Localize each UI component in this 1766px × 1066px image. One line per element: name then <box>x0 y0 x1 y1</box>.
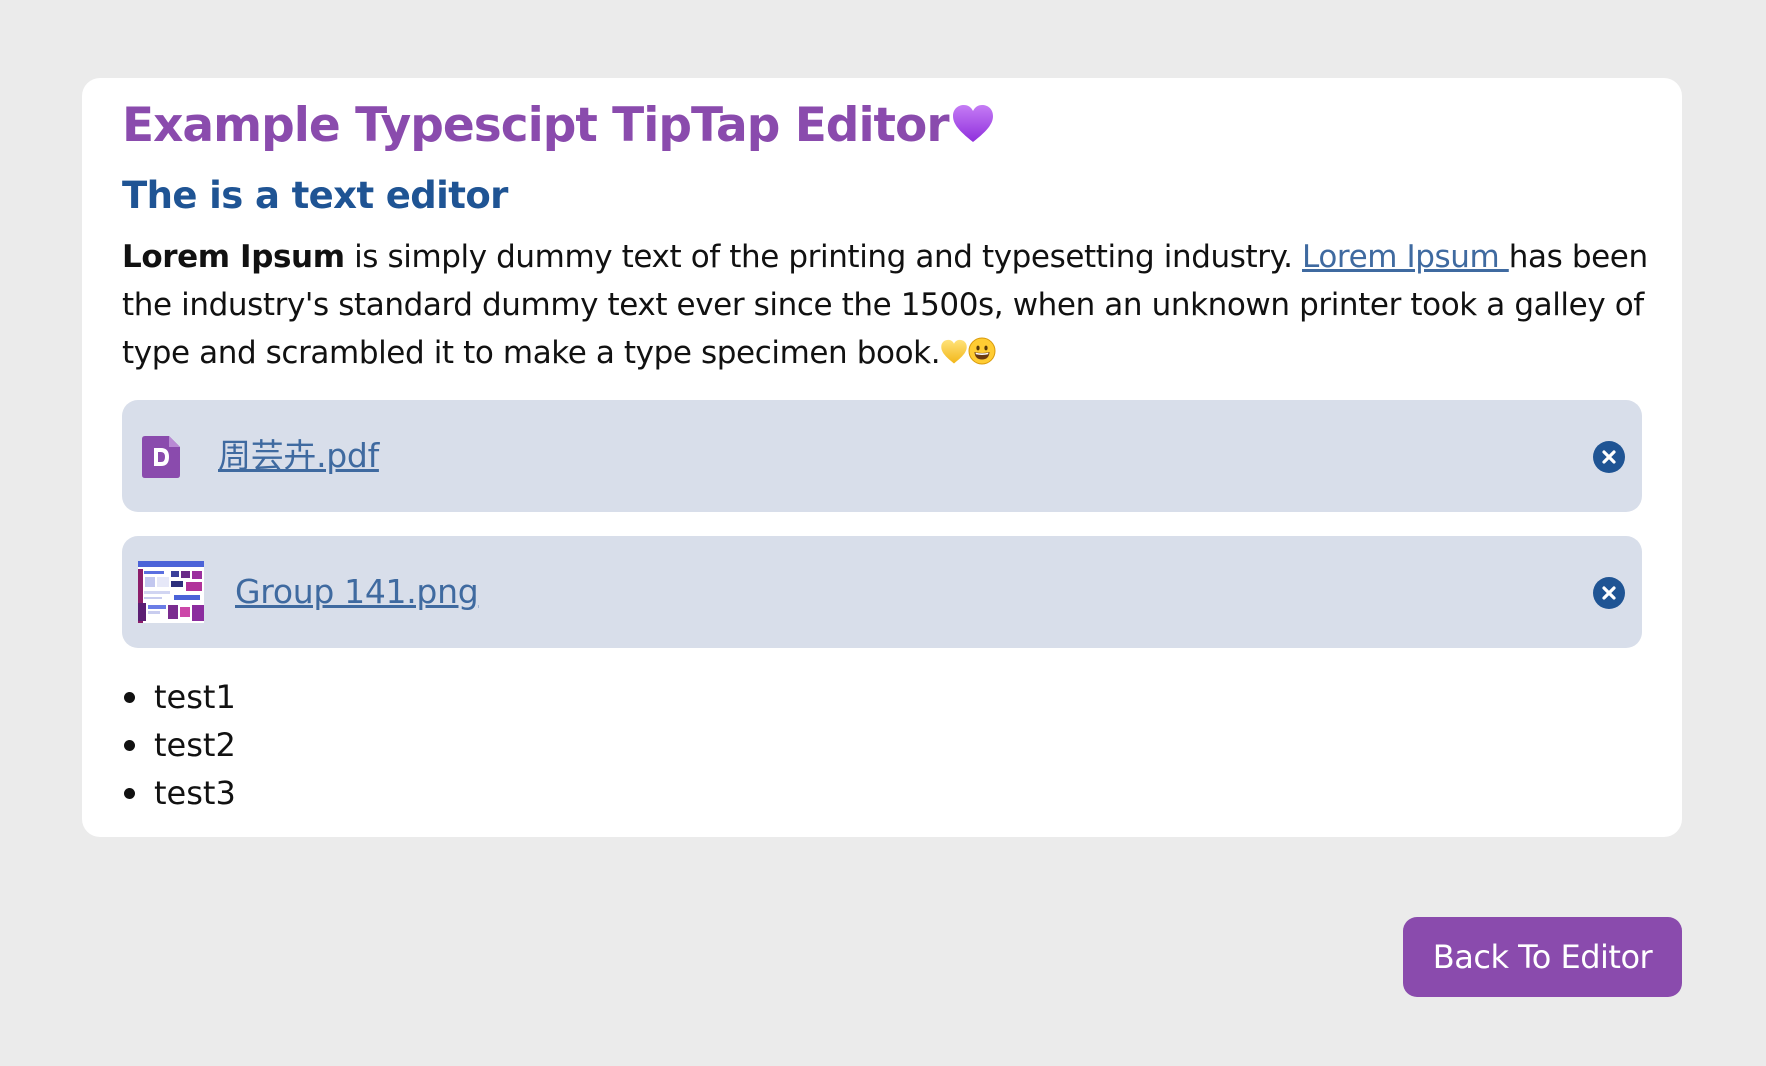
back-to-editor-button[interactable]: Back To Editor <box>1403 917 1682 997</box>
page-title-text: Example Typescipt TipTap Editor <box>122 98 949 153</box>
list-item-text: test2 <box>154 726 236 764</box>
attachment-link[interactable]: Group 141.png <box>235 564 479 620</box>
purple-heart-icon <box>951 101 995 156</box>
remove-attachment-icon[interactable] <box>1592 576 1626 610</box>
list-item: test1 <box>122 673 236 721</box>
image-thumbnail <box>138 561 204 623</box>
paragraph-text-1: is simply dummy text of the printing and… <box>344 239 1303 275</box>
bullet-dot <box>124 692 135 703</box>
bullet-list: test1 test2 test3 <box>122 673 236 817</box>
lorem-ipsum-link[interactable]: Lorem Ipsum <box>1302 239 1509 275</box>
bullet-dot <box>124 740 135 751</box>
pdf-file-icon <box>142 436 180 478</box>
editor-card: Example Typescipt TipTap Editor The is a… <box>82 78 1682 837</box>
bold-text: Lorem Ipsum <box>122 239 345 275</box>
list-item: test3 <box>122 769 236 817</box>
yellow-heart-icon <box>940 331 968 379</box>
remove-attachment-icon[interactable] <box>1592 440 1626 474</box>
editor-paragraph[interactable]: Lorem Ipsum is simply dummy text of the … <box>122 233 1652 379</box>
attachment-item-image: Group 141.png <box>122 536 1642 648</box>
list-item: test2 <box>122 721 236 769</box>
page-title: Example Typescipt TipTap Editor <box>122 98 995 156</box>
attachment-link[interactable]: 周芸卉.pdf <box>218 428 379 484</box>
list-item-text: test3 <box>154 774 236 812</box>
bullet-dot <box>124 788 135 799</box>
list-item-text: test1 <box>154 678 236 716</box>
page-subtitle: The is a text editor <box>122 174 508 217</box>
attachment-item-pdf: 周芸卉.pdf <box>122 400 1642 512</box>
grinning-face-icon <box>968 331 996 379</box>
